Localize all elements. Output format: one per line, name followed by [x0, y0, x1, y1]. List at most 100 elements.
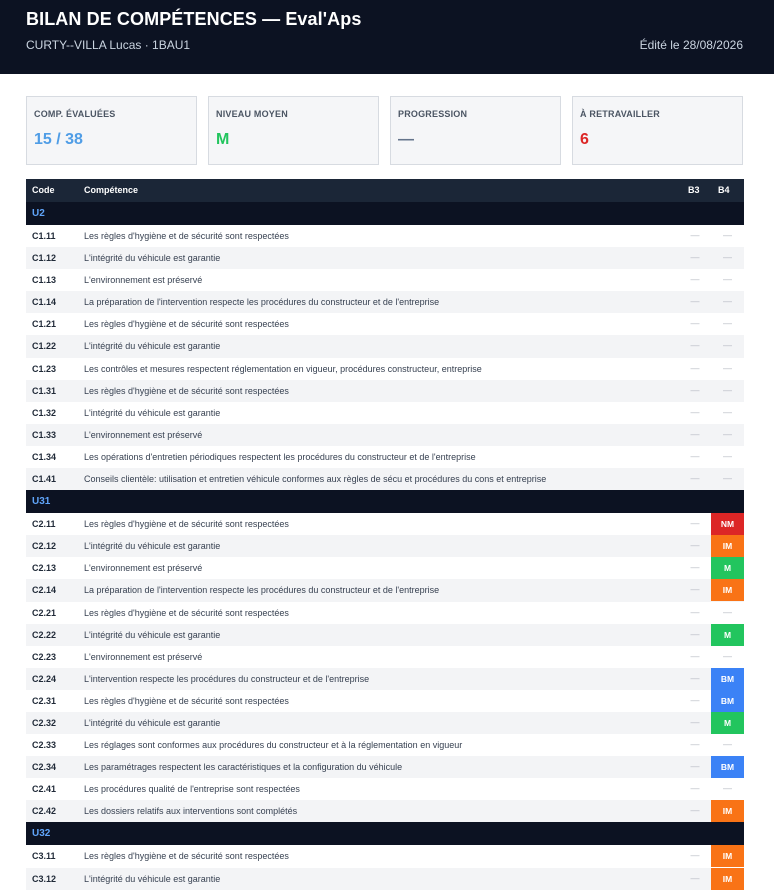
table-row: C2.11 Les règles d'hygiène et de sécurité…: [26, 513, 744, 536]
competence-text: La préparation de l'intervention respect…: [84, 585, 440, 596]
b3-level: —: [690, 428, 700, 439]
level-badge: IM: [711, 867, 744, 890]
empty-mark: —: [723, 384, 732, 395]
competence-code: C2.21: [32, 607, 57, 618]
empty-mark: —: [723, 428, 732, 439]
competence-text: Les règles d'hygiène et de sécurité sont…: [84, 231, 289, 241]
b3-level: —: [690, 318, 700, 329]
card-label: À RETRAVAILLER: [580, 109, 660, 119]
b3-level: —: [690, 384, 700, 395]
b4-level: —: [711, 602, 744, 624]
level-badge: BM: [711, 667, 744, 690]
b4-level: IM: [711, 867, 744, 890]
competence-code: C2.41: [32, 784, 57, 795]
competence-code: C2.22: [32, 629, 57, 640]
b4-level: —: [711, 424, 744, 446]
competence-code: C2.34: [32, 762, 57, 773]
empty-mark: —: [723, 450, 732, 461]
b4-level: —: [711, 247, 744, 269]
b3-level: —: [690, 805, 700, 816]
competence-code: C3.12: [32, 873, 57, 884]
b4-level: BM: [711, 756, 744, 779]
b4-level: M: [711, 557, 744, 580]
card-evaluated: COMP. ÉVALUÉES 15 / 38: [26, 96, 197, 165]
table-row: C1.34 Les opérations d'entretien périodiq…: [26, 446, 744, 468]
b4-level: —: [711, 225, 744, 247]
table-row: C1.11 Les règles d'hygiène et de sécurité…: [26, 225, 744, 247]
competence-text: L'intégrité du véhicule est garantie: [84, 253, 221, 264]
b4-level: BM: [711, 667, 744, 690]
competence-text: La préparation de l'intervention respect…: [84, 297, 440, 308]
table-row: C2.23 L'environnement est préservé — —: [26, 646, 744, 668]
b4-level: —: [711, 269, 744, 291]
page-title: BILAN DE COMPÉTENCES — Eval'Aps: [26, 9, 362, 29]
table-row: C1.32 L'intégrité du véhicule est garanti…: [26, 402, 744, 424]
competence-table: Code Compétence B3 B4 U2 C1.11 Les règles …: [26, 179, 744, 890]
b3-level: —: [690, 362, 700, 373]
b4-level: —: [711, 335, 744, 357]
b3-level: —: [690, 252, 700, 263]
table-row: C2.12 L'intégrité du véhicule est garanti…: [26, 535, 744, 558]
b3-level: —: [690, 450, 700, 461]
empty-mark: —: [723, 252, 732, 263]
competence-code: C2.14: [32, 585, 57, 596]
table-row: C1.33 L'environnement est préservé — —: [26, 423, 744, 446]
level-badge: IM: [711, 845, 744, 868]
level-badge: IM: [711, 800, 744, 823]
table-row: C2.31 Les règles d'hygiène et de sécurité…: [26, 689, 744, 712]
b4-level: NM: [711, 513, 744, 536]
header-b3: B3: [688, 185, 700, 195]
b3-level: —: [690, 783, 700, 794]
card-label: NIVEAU MOYEN: [216, 109, 288, 119]
b3-level: —: [690, 606, 700, 617]
competence-text: L'intervention respecte les procédures d…: [84, 673, 370, 684]
level-badge: NM: [711, 513, 744, 536]
competence-code: C2.32: [32, 717, 57, 728]
card-value: 6: [580, 131, 589, 148]
table-row: C2.14 La préparation de l'intervention re…: [26, 579, 744, 602]
level-badge: M: [711, 557, 744, 580]
competence-text: Conseils clientèle: utilisation et entre…: [84, 474, 547, 485]
competence-code: C1.23: [32, 363, 57, 374]
level-badge: M: [711, 711, 744, 734]
competence-code: C2.24: [32, 673, 57, 684]
competence-code: C2.11: [32, 519, 56, 530]
competence-code: C1.34: [32, 451, 57, 462]
empty-mark: —: [723, 739, 732, 750]
edit-date: Édité le 28/08/2026: [639, 38, 743, 52]
table-row: C1.41 Conseils clientèle: utilisation et …: [26, 468, 744, 491]
level-badge: IM: [711, 535, 744, 558]
table-row: C3.12 L'intégrité du véhicule est garanti…: [26, 867, 744, 890]
table-body: U2 C1.11 Les règles d'hygiène et de sécuri…: [26, 202, 744, 890]
competence-text: Les contrôles et mesures respectent régl…: [84, 363, 482, 374]
table-row: C2.21 Les règles d'hygiène et de sécurité…: [26, 602, 744, 624]
header-code: Code: [32, 185, 55, 195]
empty-mark: —: [723, 296, 732, 307]
b4-level: —: [711, 380, 744, 402]
competence-text: Les règles d'hygiène et de sécurité sont…: [84, 519, 289, 530]
b3-level: —: [690, 650, 700, 661]
competence-code: C1.31: [32, 385, 57, 396]
card-value: —: [398, 131, 414, 148]
competence-text: Les règles d'hygiène et de sécurité sont…: [84, 695, 289, 706]
b3-level: —: [690, 340, 700, 351]
table-row: C2.34 Les paramétrages respectent les car…: [26, 756, 744, 779]
competence-text: L'environnement est préservé: [84, 651, 203, 662]
b3-level: —: [690, 672, 700, 683]
b4-level: —: [711, 646, 744, 668]
competence-code: C1.41: [32, 474, 57, 485]
competence-text: L'intégrité du véhicule est garantie: [84, 341, 221, 352]
b4-level: BM: [711, 689, 744, 712]
empty-mark: —: [723, 230, 732, 240]
b4-level: —: [711, 734, 744, 756]
empty-mark: —: [723, 650, 732, 661]
competence-text: Les paramétrages respectent les caractér…: [84, 762, 403, 773]
b3-level: —: [690, 694, 700, 705]
b3-level: —: [690, 406, 700, 417]
b4-level: M: [711, 623, 744, 646]
competence-code: C1.14: [32, 297, 57, 308]
table-row: C2.24 L'intervention respecte les procédu…: [26, 667, 744, 690]
competence-text: Les règles d'hygiène et de sécurité sont…: [84, 851, 289, 862]
card-value: M: [216, 131, 230, 148]
b4-level: IM: [711, 845, 744, 868]
